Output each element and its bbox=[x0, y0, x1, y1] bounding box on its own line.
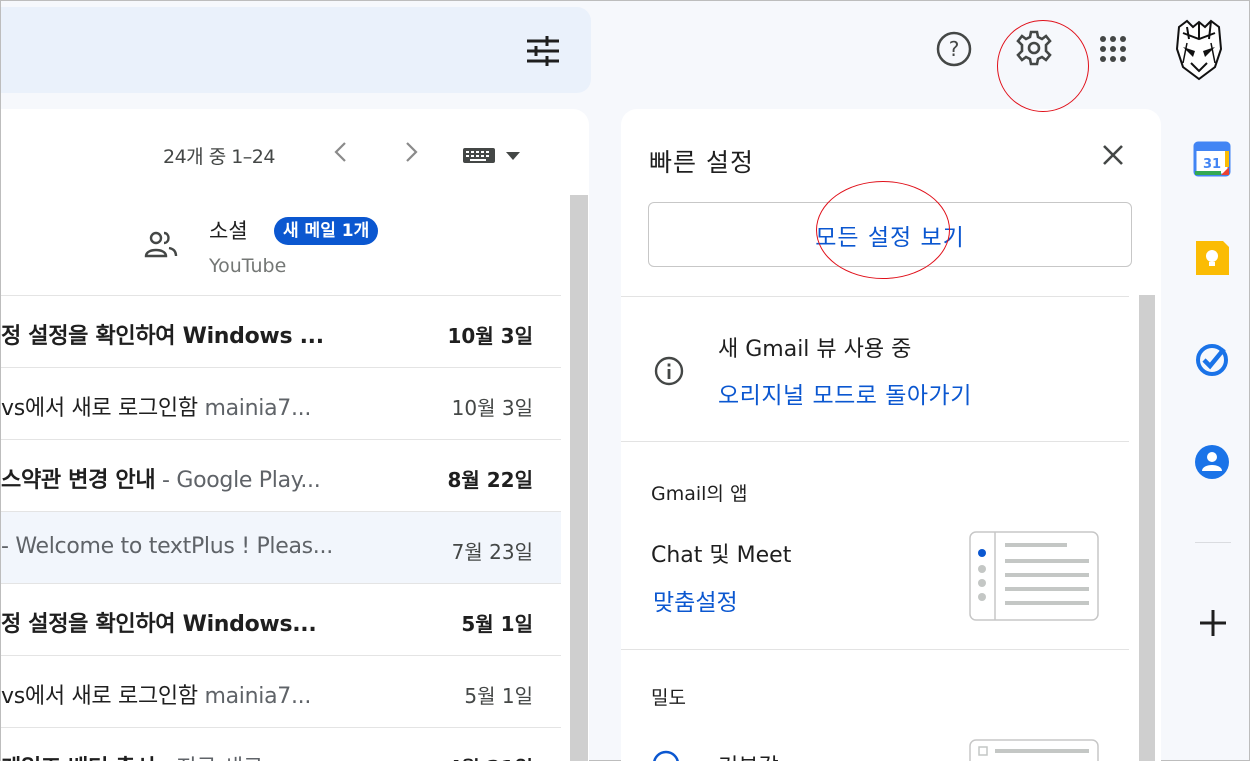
avatar[interactable] bbox=[1173, 19, 1225, 81]
mail-date: 4월 21일 bbox=[447, 752, 533, 761]
mail-snippet: - Welcome to textPlus ! Pleas... bbox=[1, 534, 333, 559]
divider bbox=[621, 296, 1129, 297]
social-title: 소셜 bbox=[209, 219, 248, 243]
info-icon bbox=[654, 356, 684, 386]
contacts-icon[interactable] bbox=[1193, 443, 1231, 481]
svg-text:31: 31 bbox=[1203, 157, 1221, 172]
pagination-text: 24개 중 1–24 bbox=[163, 146, 275, 168]
tasks-icon[interactable] bbox=[1193, 341, 1231, 379]
mail-row[interactable]: 정 설정을 확인하여 Windows... 5월 1일 bbox=[1, 583, 561, 655]
chat-layout-thumbnail[interactable] bbox=[969, 531, 1099, 621]
mail-row[interactable]: 게임즈 배터 출시 - 지금 새로... 4월 21일 bbox=[1, 727, 561, 761]
chevron-left-icon[interactable] bbox=[329, 139, 353, 165]
calendar-icon[interactable]: 31 bbox=[1193, 139, 1231, 177]
mail-row[interactable]: vs에서 새로 로그인함 mainia7... 5월 1일 bbox=[1, 655, 561, 727]
close-icon[interactable] bbox=[1099, 141, 1127, 169]
customize-link[interactable]: 맞춤설정 bbox=[653, 583, 738, 617]
chat-meet-text: Chat 및 Meet bbox=[651, 543, 792, 568]
mail-subject-snippet: vs에서 새로 로그인함 mainia7... bbox=[1, 390, 401, 422]
filter-icon[interactable] bbox=[525, 35, 561, 67]
social-sender: YouTube bbox=[209, 255, 287, 277]
quick-settings-title: 빠른 설정 bbox=[649, 148, 754, 177]
mail-date: 10월 3일 bbox=[447, 324, 533, 348]
people-icon bbox=[144, 231, 178, 258]
quick-settings-scrollbar[interactable] bbox=[1139, 295, 1155, 761]
mail-row[interactable]: 정 설정을 확인하여 Windows ... 10월 3일 bbox=[1, 295, 561, 367]
mail-subject-snippet: 정 설정을 확인하여 Windows... bbox=[1, 606, 401, 638]
mail-subject-snippet: vs에서 새로 로그인함 mainia7... bbox=[1, 678, 401, 710]
see-all-settings-button[interactable]: 모든 설정 보기 bbox=[648, 202, 1132, 267]
mail-subject: vs에서 새로 로그인함 bbox=[1, 684, 198, 709]
chevron-right-icon[interactable] bbox=[399, 139, 423, 165]
mail-subject: 게임즈 배터 출시 bbox=[1, 756, 156, 761]
svg-text:?: ? bbox=[949, 37, 960, 61]
mail-subject: vs에서 새로 로그인함 bbox=[1, 396, 198, 421]
mail-subject-snippet: 스약관 변경 안내 - Google Play... bbox=[1, 462, 401, 494]
density-default-label: 기본값 bbox=[718, 749, 779, 761]
mail-subject-snippet: 정 설정을 확인하여 Windows ... bbox=[1, 318, 401, 350]
mail-date: 8월 22일 bbox=[447, 468, 533, 492]
density-thumbnail[interactable] bbox=[969, 739, 1099, 761]
search-bar[interactable] bbox=[1, 7, 591, 93]
apps-heading: Gmail의 앱 bbox=[651, 483, 748, 505]
mail-row[interactable]: 스약관 변경 안내 - Google Play... 8월 22일 bbox=[1, 439, 561, 511]
apps-icon[interactable] bbox=[1093, 29, 1133, 69]
mail-snippet: mainia7... bbox=[197, 684, 312, 709]
mail-snippet: - 지금 새로... bbox=[155, 756, 283, 761]
mail-rows: 정 설정을 확인하여 Windows ... 10월 3일 vs에서 새로 로그인함… bbox=[1, 295, 561, 761]
density-heading: 밀도 bbox=[651, 687, 686, 709]
new-view-text: 새 Gmail 뷰 사용 중 bbox=[718, 337, 912, 362]
mail-subject: 스약관 변경 안내 bbox=[1, 468, 156, 493]
mail-date: 10월 3일 bbox=[451, 396, 533, 420]
mail-snippet: mainia7... bbox=[197, 396, 312, 421]
mail-subject: 정 설정을 확인하여 Windows ... bbox=[1, 324, 324, 349]
mail-row[interactable]: vs에서 새로 로그인함 mainia7... 10월 3일 bbox=[1, 367, 561, 439]
mail-subject-snippet: - Welcome to textPlus ! Pleas... bbox=[1, 534, 401, 559]
original-mode-link[interactable]: 오리지널 모드로 돌아가기 bbox=[718, 376, 972, 410]
density-radio[interactable] bbox=[651, 749, 681, 761]
divider bbox=[621, 441, 1129, 442]
mail-subject: 정 설정을 확인하여 Windows... bbox=[1, 612, 317, 637]
keyboard-icon[interactable] bbox=[462, 145, 524, 165]
help-icon[interactable]: ? bbox=[934, 29, 974, 69]
mail-date: 5월 1일 bbox=[464, 684, 533, 708]
mail-subject-snippet: 게임즈 배터 출시 - 지금 새로... bbox=[1, 750, 401, 761]
mail-list-scrollbar[interactable] bbox=[570, 195, 588, 761]
mail-snippet: - Google Play... bbox=[155, 468, 321, 493]
keep-icon[interactable] bbox=[1193, 239, 1231, 277]
mail-date: 7월 23일 bbox=[451, 540, 533, 564]
social-category-row[interactable]: 소셜 새 메일 1개 YouTube bbox=[1, 201, 561, 295]
mail-row[interactable]: - Welcome to textPlus ! Pleas... 7월 23일 bbox=[1, 511, 561, 583]
divider bbox=[621, 649, 1129, 650]
quick-settings-panel: 빠른 설정 모든 설정 보기 새 Gmail 뷰 사용 중 오리지널 모드로 돌… bbox=[621, 109, 1161, 761]
gear-icon[interactable] bbox=[1014, 28, 1054, 68]
new-mail-badge: 새 메일 1개 bbox=[274, 217, 379, 245]
mail-date: 5월 1일 bbox=[461, 612, 533, 636]
side-divider bbox=[1195, 542, 1231, 543]
add-icon[interactable] bbox=[1197, 607, 1229, 639]
